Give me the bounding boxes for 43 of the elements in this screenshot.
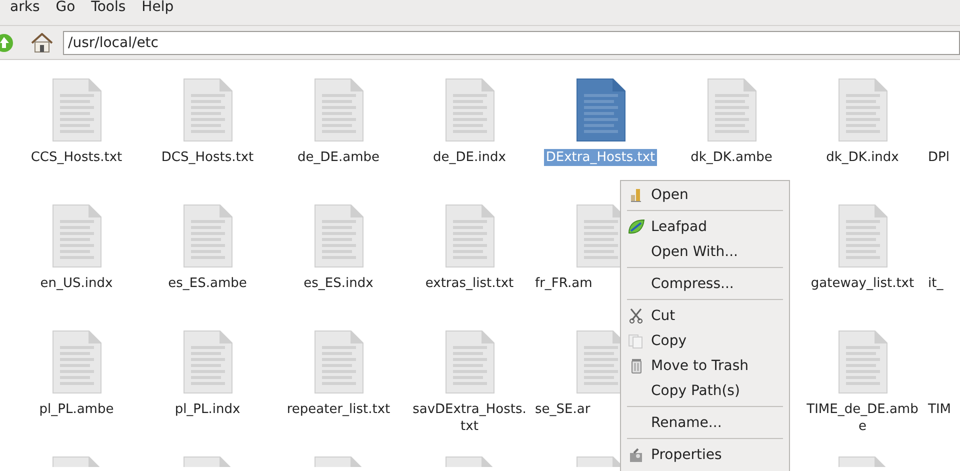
menu-item[interactable]: Rename... (621, 410, 789, 435)
menu-item[interactable]: arks (4, 0, 50, 18)
file-name[interactable]: repeater_list.txt (284, 401, 392, 418)
scissors-icon (628, 308, 644, 324)
home-icon[interactable] (31, 32, 53, 52)
file-name[interactable]: pl_PL.ambe (37, 401, 116, 418)
file-name[interactable]: se_SE.ar (535, 401, 592, 418)
menu-item[interactable]: Properties (621, 442, 789, 467)
properties-icon (628, 446, 644, 462)
menu-item[interactable]: Tools (85, 0, 136, 18)
file-name[interactable]: CCS_Hosts.txt (28, 149, 124, 166)
application-icon (628, 186, 644, 202)
menu-item[interactable]: Compress... (621, 271, 789, 296)
file-name[interactable]: dk_DK.indx (824, 149, 901, 166)
menu-item[interactable]: Cut (621, 303, 789, 328)
file-name[interactable]: pl_PL.indx (172, 401, 242, 418)
file-name[interactable]: es_ES.indx (302, 275, 376, 292)
file-name[interactable]: de_DE.ambe (296, 149, 382, 166)
menu-item[interactable]: Go (50, 0, 86, 18)
file-name[interactable]: savDExtra_Hosts.txt (408, 401, 530, 435)
file-name[interactable]: extras_list.txt (423, 275, 516, 292)
file-name[interactable]: TIM (928, 401, 951, 418)
file-name[interactable]: es_ES.ambe (166, 275, 249, 292)
file-name[interactable]: DCS_Hosts.txt (159, 149, 256, 166)
copy-icon (628, 332, 644, 348)
file-name[interactable]: it_ (928, 275, 944, 292)
location-field[interactable]: /usr/local/etc (63, 30, 960, 54)
file-name[interactable]: dk_DK.ambe (688, 149, 774, 166)
up-arrow-icon[interactable] (0, 32, 13, 52)
file-name[interactable]: DPl (928, 149, 950, 166)
menu-item[interactable]: Help (136, 0, 184, 18)
menu-item[interactable]: Open (621, 182, 789, 207)
menu-item[interactable]: Copy Path(s) (621, 378, 789, 403)
leaf-icon (627, 218, 645, 234)
menu-item[interactable]: Move to Trash (621, 353, 789, 378)
menu-item[interactable]: Open With... (621, 239, 789, 264)
file-name[interactable]: en_US.indx (38, 275, 115, 292)
menu-item[interactable]: Copy (621, 328, 789, 353)
file-name[interactable]: fr_FR.am (535, 275, 594, 292)
file-name[interactable]: TIME_de_DE.ambe (802, 401, 924, 435)
file-name[interactable]: gateway_list.txt (808, 275, 916, 292)
file-name[interactable]: de_DE.indx (431, 149, 508, 166)
menu-item[interactable]: Leafpad (621, 214, 789, 239)
